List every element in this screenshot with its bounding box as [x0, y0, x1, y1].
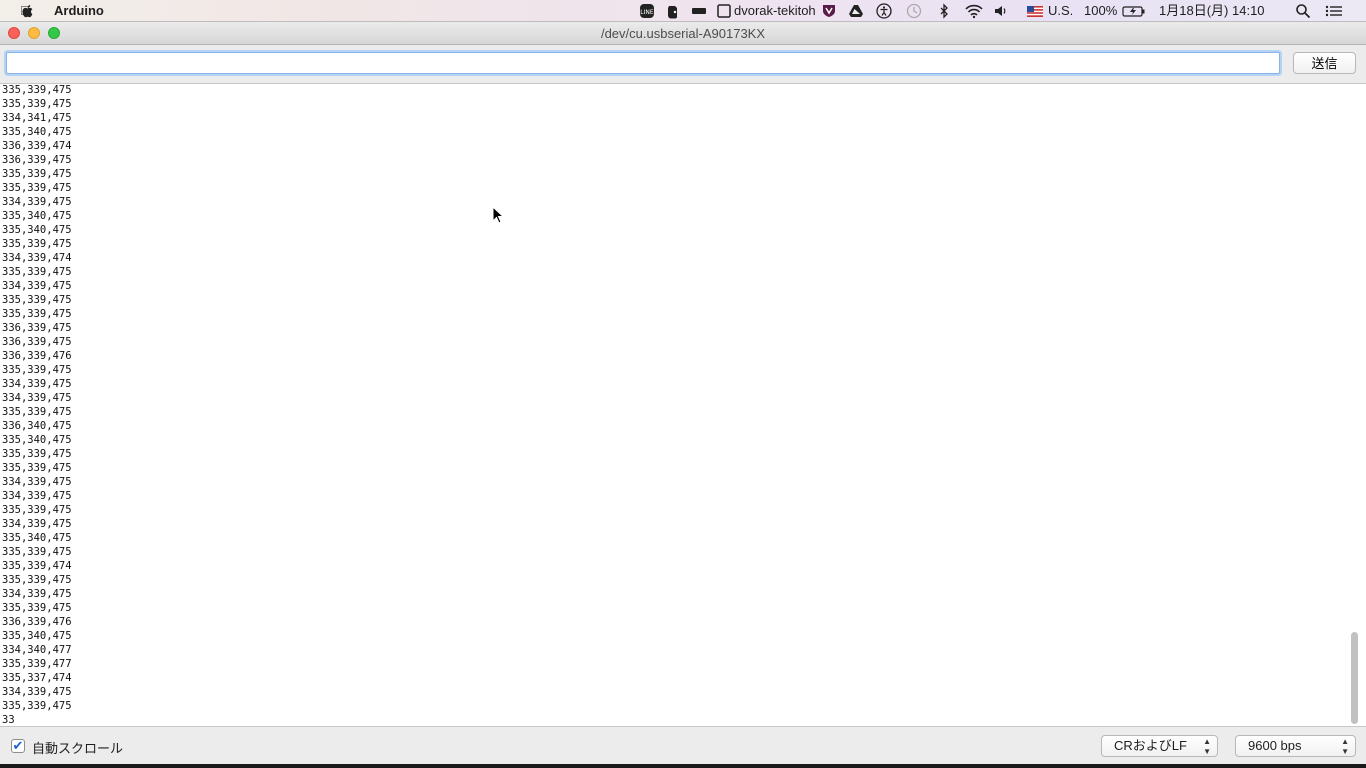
serial-line: 335,339,475: [2, 602, 72, 614]
chevron-updown-icon: ▲ ▼: [1341, 737, 1349, 756]
serial-line: 334,339,475: [2, 490, 72, 502]
serial-line: 335,339,475: [2, 168, 72, 180]
apple-logo-icon[interactable]: [20, 3, 36, 19]
svg-text:LINE: LINE: [640, 9, 654, 16]
serial-line: 334,340,477: [2, 644, 72, 656]
serial-line: 335,339,475: [2, 266, 72, 278]
send-bar: 送信: [0, 45, 1366, 83]
serial-line: 335,339,475: [2, 462, 72, 474]
serial-line: 336,339,475: [2, 322, 72, 334]
serial-line: 334,339,475: [2, 196, 72, 208]
battery-percent[interactable]: 100%: [1084, 0, 1117, 22]
evernote-icon[interactable]: [665, 3, 681, 19]
line-icon[interactable]: LINE: [639, 3, 655, 19]
serial-output-lines: 335,339,475 335,339,475 334,341,475 335,340…: [2, 84, 72, 726]
serial-output[interactable]: 335,339,475 335,339,475 334,341,475 335,340…: [0, 83, 1366, 727]
input-source-label[interactable]: U.S.: [1048, 0, 1073, 22]
serial-line: 335,340,475: [2, 126, 72, 138]
shield-icon[interactable]: [821, 3, 837, 19]
serial-line: 335,339,475: [2, 238, 72, 250]
serial-monitor-window: /dev/cu.usbserial-A90173KX 送信 335,339,47…: [0, 22, 1366, 768]
line-ending-select[interactable]: CRおよびLF ▲ ▼: [1101, 735, 1218, 757]
serial-line: 336,339,475: [2, 154, 72, 166]
menubar-date[interactable]: 1月18日(月): [1159, 0, 1228, 22]
serial-line: 334,339,474: [2, 252, 72, 264]
serial-line: 335,339,475: [2, 574, 72, 586]
baud-rate-value: 9600 bps: [1248, 738, 1302, 753]
serial-line: 336,339,474: [2, 140, 72, 152]
menubar-time[interactable]: 14:10: [1232, 0, 1265, 22]
serial-line: 335,340,475: [2, 630, 72, 642]
serial-line: 334,339,475: [2, 518, 72, 530]
wifi-icon[interactable]: [964, 3, 984, 19]
serial-line: 336,339,476: [2, 350, 72, 362]
serial-line: 334,339,475: [2, 392, 72, 404]
autoscroll-checkbox[interactable]: ✔: [11, 739, 25, 753]
serial-line: 335,339,475: [2, 700, 72, 712]
serial-line: 336,340,475: [2, 420, 72, 432]
serial-line: 33: [2, 714, 15, 726]
serial-line: 334,339,475: [2, 280, 72, 292]
time-machine-icon[interactable]: [906, 3, 922, 19]
keyboard-layout-label[interactable]: dvorak-tekitoh: [734, 0, 816, 22]
serial-line: 335,340,475: [2, 532, 72, 544]
window-title: /dev/cu.usbserial-A90173KX: [600, 26, 766, 41]
accessibility-icon[interactable]: [876, 3, 892, 19]
send-button[interactable]: 送信: [1293, 52, 1356, 74]
autoscroll-label: 自動スクロール: [32, 741, 124, 756]
window-bottom-edge: [0, 764, 1366, 768]
serial-line: 334,339,475: [2, 476, 72, 488]
serial-line: 335,339,477: [2, 658, 72, 670]
serial-line: 334,339,475: [2, 588, 72, 600]
serial-line: 335,340,475: [2, 224, 72, 236]
baud-rate-select[interactable]: 9600 bps ▲ ▼: [1235, 735, 1356, 757]
serial-line: 335,339,475: [2, 406, 72, 418]
serial-line: 335,339,474: [2, 560, 72, 572]
bottom-bar: ✔ 自動スクロール CRおよびLF ▲ ▼ 9600 bps ▲ ▼: [0, 727, 1366, 768]
notification-center-icon[interactable]: [1325, 3, 1343, 19]
us-flag-icon[interactable]: [1027, 6, 1043, 17]
serial-line: 335,340,475: [2, 210, 72, 222]
serial-line: 336,339,475: [2, 336, 72, 348]
battery-charging-icon[interactable]: [1122, 3, 1146, 19]
serial-line: 335,340,475: [2, 434, 72, 446]
chevron-updown-icon: ▲ ▼: [1203, 737, 1211, 756]
window-icon[interactable]: [716, 3, 732, 19]
serial-line: 335,339,475: [2, 84, 72, 96]
spotlight-search-icon[interactable]: [1295, 3, 1311, 19]
serial-line: 335,337,474: [2, 672, 72, 684]
serial-line: 335,339,475: [2, 364, 72, 376]
drive-icon[interactable]: [848, 3, 864, 19]
serial-line: 335,339,475: [2, 294, 72, 306]
serial-line: 334,339,475: [2, 686, 72, 698]
volume-icon[interactable]: [993, 3, 1009, 19]
serial-line: 335,339,475: [2, 308, 72, 320]
bluetooth-icon[interactable]: [936, 3, 952, 19]
serial-line: 335,339,475: [2, 98, 72, 110]
send-input[interactable]: [6, 52, 1280, 74]
serial-line: 335,339,475: [2, 448, 72, 460]
serial-line: 336,339,476: [2, 616, 72, 628]
serial-line: 334,341,475: [2, 112, 72, 124]
serial-line: 335,339,475: [2, 182, 72, 194]
serial-line: 335,339,475: [2, 504, 72, 516]
vertical-scrollbar[interactable]: [1351, 632, 1358, 724]
serial-line: 335,339,475: [2, 546, 72, 558]
app-name[interactable]: Arduino: [54, 0, 104, 22]
menu-bar:  Arduino LINE dvorak-tekitoh U.S. 100%: [0, 0, 1366, 22]
serial-line: 334,339,475: [2, 378, 72, 390]
title-bar[interactable]: /dev/cu.usbserial-A90173KX: [0, 22, 1366, 45]
battery-strip-icon[interactable]: [691, 3, 707, 19]
mouse-cursor-icon: [492, 206, 504, 224]
line-ending-value: CRおよびLF: [1114, 738, 1187, 753]
